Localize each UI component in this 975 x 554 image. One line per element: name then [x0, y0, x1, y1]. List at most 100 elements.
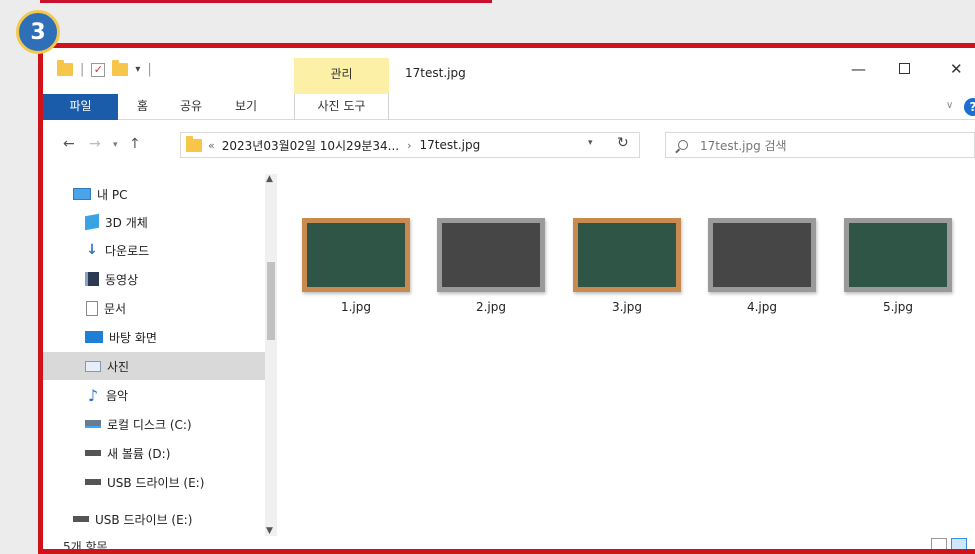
pc-icon — [73, 188, 91, 200]
folder-icon — [186, 135, 202, 152]
file-explorer-window: | ✓ ▾ | 관리 17test.jpg — ✕ 파일 홈 공유 보기 사진 … — [38, 43, 975, 554]
document-icon — [86, 300, 98, 316]
local-disk-icon — [85, 420, 101, 428]
sidebar-item-3d-objects[interactable]: 3D 개체 — [43, 208, 265, 236]
navigation-pane: 내 PC 3D 개체 ↓ 다운로드 동영상 문서 바탕 화면 사진 ♪ 음악 로… — [43, 174, 273, 536]
file-item-4[interactable]: 4.jpg — [697, 218, 827, 314]
window-title: 17test.jpg — [405, 66, 466, 80]
video-icon — [85, 272, 99, 286]
thumbnail — [708, 218, 816, 292]
tab-file[interactable]: 파일 — [43, 94, 118, 120]
sidebar-item-usb-drive-e[interactable]: USB 드라이브 (E:) — [43, 468, 265, 496]
file-item-5[interactable]: 5.jpg — [833, 218, 963, 314]
desktop-icon — [85, 331, 103, 343]
file-name: 4.jpg — [746, 300, 778, 314]
sidebar-item-downloads[interactable]: ↓ 다운로드 — [43, 236, 265, 264]
usb-drive-icon — [73, 516, 89, 522]
step-number-badge: 3 — [16, 10, 60, 54]
tab-picture-tools[interactable]: 사진 도구 — [294, 94, 389, 120]
search-icon — [678, 140, 688, 150]
navigation-row: ← → ▾ ↑ « 2023년03월02일 10시29분34... › 17te… — [43, 128, 975, 162]
search-input[interactable]: 17test.jpg 검색 — [700, 137, 787, 154]
tab-view[interactable]: 보기 — [235, 94, 257, 120]
quick-access-toolbar: | ✓ ▾ | — [57, 60, 152, 77]
close-button[interactable]: ✕ — [950, 60, 963, 78]
forward-button[interactable]: → — [89, 136, 101, 152]
scrollbar-thumb[interactable] — [267, 262, 275, 340]
expand-ribbon-icon[interactable]: ∨ — [946, 100, 953, 111]
item-count: 5개 항목 — [63, 540, 108, 554]
address-overflow[interactable]: « — [208, 139, 215, 152]
file-item-1[interactable]: 1.jpg — [291, 218, 421, 314]
3d-objects-icon — [85, 213, 99, 231]
file-item-3[interactable]: 3.jpg — [562, 218, 692, 314]
sidebar-item-label: 내 PC — [97, 187, 128, 202]
file-name: 3.jpg — [611, 300, 643, 314]
properties-icon[interactable]: ✓ — [91, 62, 106, 77]
file-name: 5.jpg — [882, 300, 914, 314]
help-icon[interactable]: ? — [964, 98, 975, 116]
thumbnail — [302, 218, 410, 292]
file-name: 1.jpg — [340, 300, 372, 314]
title-bar: | ✓ ▾ | 관리 17test.jpg — ✕ — [43, 48, 975, 94]
sidebar-item-volume-d[interactable]: 새 볼륨 (D:) — [43, 439, 265, 467]
music-icon: ♪ — [87, 385, 99, 405]
sidebar-item-local-disk-c[interactable]: 로컬 디스크 (C:) — [43, 410, 265, 438]
ribbon-tabs: 파일 홈 공유 보기 사진 도구 ∨ ? — [43, 94, 975, 120]
breadcrumb-current[interactable]: 17test.jpg — [420, 138, 481, 152]
sidebar-item-label: 문서 — [104, 301, 127, 316]
sidebar-item-pictures[interactable]: 사진 — [43, 352, 265, 380]
folder-icon[interactable] — [57, 60, 73, 76]
sidebar-item-label: USB 드라이브 (E:) — [107, 475, 205, 490]
large-icons-view-icon[interactable] — [951, 538, 967, 549]
thumbnail — [844, 218, 952, 292]
new-folder-icon[interactable] — [112, 60, 129, 76]
breadcrumb-separator[interactable]: › — [407, 139, 411, 152]
sidebar-item-usb-drive-e-root[interactable]: USB 드라이브 (E:) — [43, 505, 265, 533]
sidebar-item-label: 3D 개체 — [105, 215, 148, 230]
customize-toolbar-icon[interactable]: ▾ — [135, 64, 140, 75]
top-accent-line — [40, 0, 492, 3]
tab-manage[interactable]: 관리 — [294, 58, 389, 94]
details-view-icon[interactable] — [931, 538, 947, 549]
address-dropdown-icon[interactable]: ▾ — [588, 138, 593, 148]
up-button[interactable]: ↑ — [129, 136, 141, 152]
navigation-scrollbar[interactable]: ▲ ▼ — [265, 174, 277, 536]
view-switcher — [931, 538, 967, 549]
refresh-icon[interactable]: ↻ — [617, 135, 629, 151]
sidebar-item-label: 새 볼륨 (D:) — [107, 446, 171, 461]
tab-home[interactable]: 홈 — [137, 94, 148, 120]
breadcrumb-folder[interactable]: 2023년03월02일 10시29분34... — [222, 137, 399, 154]
usb-drive-icon — [85, 479, 101, 485]
address-bar[interactable]: « 2023년03월02일 10시29분34... › 17test.jpg ▾… — [180, 132, 640, 158]
search-box[interactable]: 17test.jpg 검색 — [665, 132, 975, 158]
maximize-icon — [899, 63, 910, 74]
sidebar-item-desktop[interactable]: 바탕 화면 — [43, 323, 265, 351]
file-name: 2.jpg — [475, 300, 507, 314]
sidebar-item-label: 음악 — [106, 388, 129, 403]
sidebar-item-documents[interactable]: 문서 — [43, 294, 265, 322]
pictures-icon — [85, 360, 101, 372]
sidebar-item-label: 바탕 화면 — [109, 330, 157, 345]
scroll-up-icon[interactable]: ▲ — [266, 174, 273, 184]
minimize-button[interactable]: — — [851, 60, 866, 78]
recent-locations-button[interactable]: ▾ — [113, 140, 118, 150]
sidebar-item-this-pc[interactable]: 내 PC — [43, 180, 265, 208]
thumbnail — [437, 218, 545, 292]
sidebar-item-label: 동영상 — [105, 272, 139, 287]
drive-icon — [85, 450, 101, 456]
sidebar-item-label: 로컬 디스크 (C:) — [107, 417, 192, 432]
maximize-button[interactable] — [899, 60, 910, 78]
sidebar-item-label: USB 드라이브 (E:) — [95, 512, 193, 527]
sidebar-item-label: 사진 — [107, 359, 130, 374]
file-list-view: 1.jpg 2.jpg 3.jpg 4.jpg 5.jpg — [291, 174, 975, 536]
sidebar-item-videos[interactable]: 동영상 — [43, 265, 265, 293]
sidebar-item-label: 다운로드 — [105, 243, 150, 258]
thumbnail — [573, 218, 681, 292]
file-item-2[interactable]: 2.jpg — [426, 218, 556, 314]
sidebar-item-music[interactable]: ♪ 음악 — [43, 381, 265, 409]
download-icon: ↓ — [86, 242, 98, 258]
tab-share[interactable]: 공유 — [180, 94, 202, 120]
status-bar: 5개 항목 — [43, 534, 975, 554]
back-button[interactable]: ← — [63, 136, 75, 152]
